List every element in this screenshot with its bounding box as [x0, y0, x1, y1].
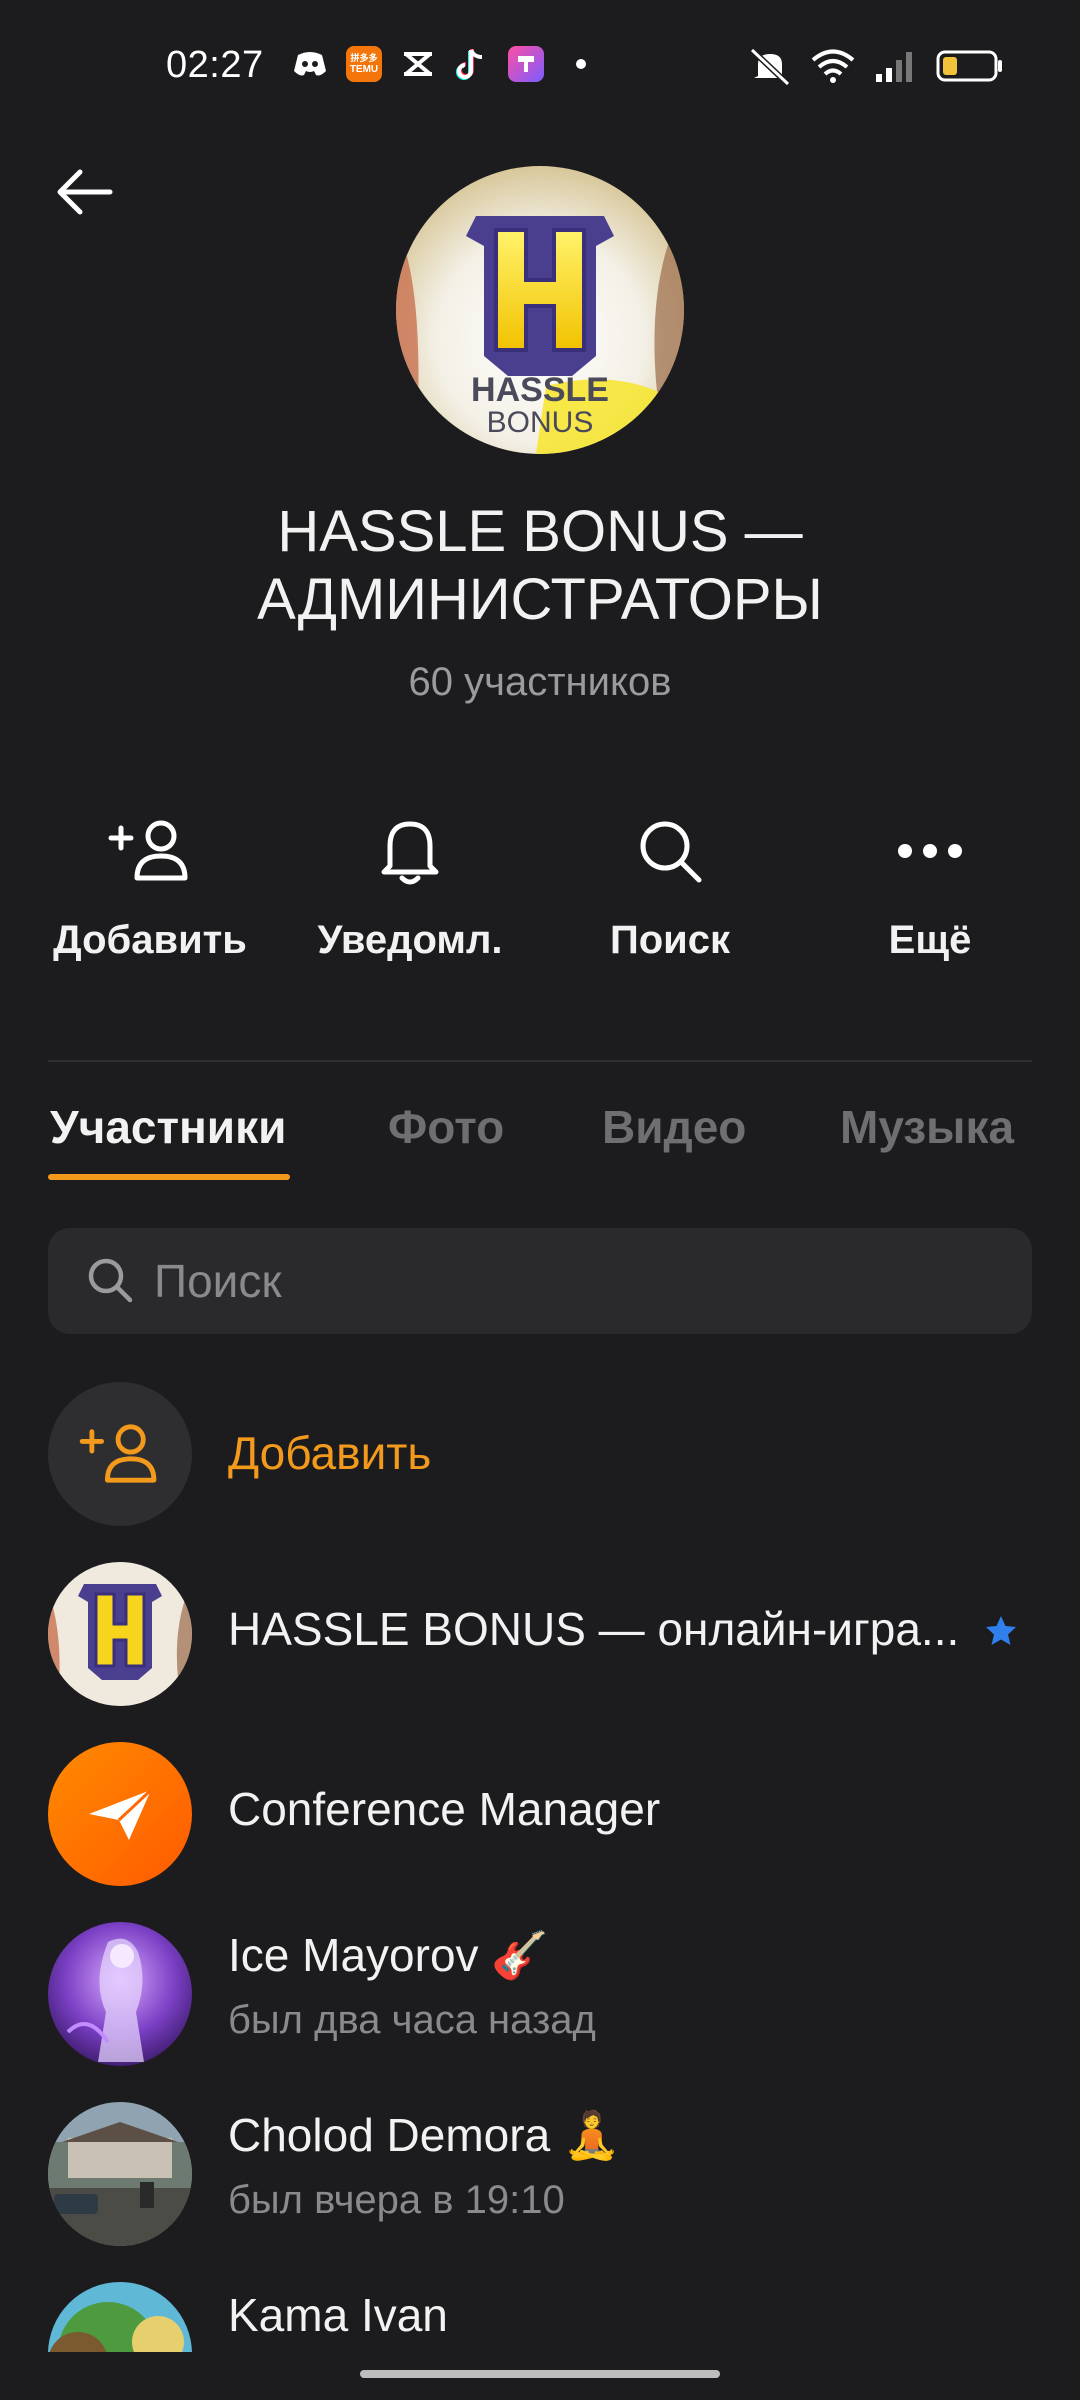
- member-name: Kama Ivan: [228, 2289, 448, 2341]
- lotus-emoji: 🧘: [562, 2109, 621, 2161]
- member-search: [48, 1228, 1032, 1334]
- temu-icon: 拼多多 TEMU: [346, 46, 382, 82]
- signal-icon: [876, 52, 912, 82]
- tiktok-icon: [454, 46, 490, 82]
- svg-text:HASSLE: HASSLE: [471, 371, 609, 409]
- capcut-icon: [400, 46, 436, 82]
- add-user-icon: [105, 806, 195, 896]
- notifications-label: Уведомл.: [317, 918, 503, 962]
- add-user-icon: [79, 1424, 157, 1483]
- divider: [48, 1060, 1032, 1062]
- guitar-emoji: 🎸: [491, 1929, 549, 1981]
- wifi-icon: [811, 49, 855, 83]
- discord-icon: [292, 46, 328, 82]
- member-name: HASSLE BONUS — онлайн-игра...: [228, 1603, 960, 1655]
- notifications-action[interactable]: Уведомл.: [290, 806, 530, 976]
- list-item[interactable]: Cholod Demora 🧘 был вчера в 19:10: [0, 2090, 1080, 2250]
- battery-icon: [936, 50, 1002, 82]
- avatar: [48, 1562, 192, 1706]
- search-label: Поиск: [609, 918, 731, 962]
- arrow-left-icon: [57, 169, 113, 215]
- group-avatar[interactable]: HASSLE BONUS: [396, 166, 684, 454]
- status-time: 02:27: [166, 44, 264, 86]
- svg-text:BONUS: BONUS: [487, 406, 594, 439]
- back-button[interactable]: [48, 156, 120, 228]
- tab-music[interactable]: Музыка: [840, 1100, 1014, 1154]
- more-icon: [885, 806, 975, 896]
- member-status: был два часа назад: [228, 1998, 596, 2042]
- add-member-label: Добавить: [53, 918, 247, 962]
- bell-icon: [365, 806, 455, 896]
- member-name: Cholod Demora 🧘: [228, 2109, 621, 2161]
- member-count: 60 участников: [408, 660, 672, 704]
- active-tab-indicator: [48, 1174, 290, 1180]
- avatar: [48, 2102, 192, 2246]
- notification-icons: 拼多多 TEMU: [292, 46, 586, 82]
- add-member-label: Добавить: [228, 1427, 432, 1479]
- status-bar: 02:27 拼多多 TEMU: [0, 0, 1080, 136]
- star-icon: [986, 1616, 1016, 1645]
- add-member-avatar: [48, 1382, 192, 1526]
- search-input[interactable]: [154, 1248, 974, 1314]
- action-bar: Добавить Уведомл. Поиск Ещё: [0, 806, 1080, 976]
- app-icon: [508, 46, 544, 82]
- avatar: [48, 1742, 192, 1886]
- add-member-row[interactable]: Добавить: [0, 1370, 1080, 1530]
- mute-icon: [749, 47, 791, 86]
- more-action[interactable]: Ещё: [810, 806, 1050, 976]
- group-title-line2: АДМИНИСТРАТОРЫ: [257, 567, 823, 632]
- search-icon: [625, 806, 715, 896]
- tab-video[interactable]: Видео: [602, 1100, 746, 1154]
- avatar: [48, 1922, 192, 2066]
- paper-plane-icon: [89, 1788, 153, 1840]
- list-item[interactable]: Kama Ivan: [0, 2270, 1080, 2352]
- system-icons: [748, 46, 1004, 86]
- group-title: HASSLE BONUS — АДМИНИСТРАТОРЫ: [90, 498, 990, 634]
- tab-bar: Участники Фото Видео Музыка: [0, 1100, 1080, 1180]
- member-status: был вчера в 19:10: [228, 2178, 565, 2222]
- tab-members[interactable]: Участники: [50, 1100, 286, 1154]
- search-icon: [88, 1258, 133, 1303]
- list-item[interactable]: Ice Mayorov 🎸 был два часа назад: [0, 1910, 1080, 2070]
- member-name: Ice Mayorov 🎸: [228, 1929, 549, 1981]
- list-item[interactable]: HASSLE BONUS — онлайн-игра...: [0, 1550, 1080, 1710]
- more-label: Ещё: [888, 918, 972, 962]
- member-name: Conference Manager: [228, 1783, 661, 1835]
- tab-photo[interactable]: Фото: [388, 1100, 504, 1154]
- group-title-line1: HASSLE BONUS —: [277, 499, 803, 564]
- search-action[interactable]: Поиск: [550, 806, 790, 976]
- more-notifications-dot: [576, 59, 586, 69]
- avatar: [48, 2282, 192, 2352]
- home-indicator[interactable]: [360, 2370, 720, 2378]
- list-item[interactable]: Conference Manager: [0, 1730, 1080, 1890]
- add-member-action[interactable]: Добавить: [30, 806, 270, 976]
